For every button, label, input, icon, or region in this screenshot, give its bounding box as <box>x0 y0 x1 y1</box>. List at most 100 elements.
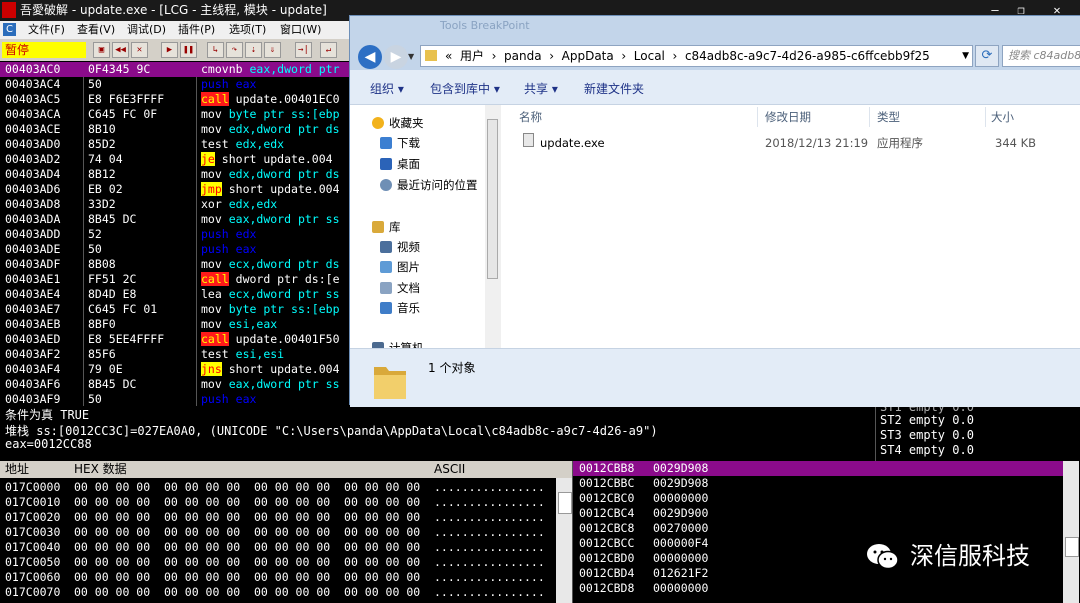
share-button[interactable]: 共享 ▾ <box>524 80 558 97</box>
disasm-row[interactable]: 00403ADD 52 push edx <box>0 227 350 242</box>
nav-item-download[interactable]: 下载 <box>350 133 485 153</box>
address-path[interactable]: « 用户 › panda › AppData › Local › c84adb8… <box>445 46 930 66</box>
back-button[interactable]: ◀ <box>358 45 382 69</box>
disasm-row[interactable]: 00403AC5 E8 F6E3FFFF call update.00401EC0 <box>0 92 350 107</box>
disasm-row[interactable]: 00403AF9 50 push eax <box>0 392 350 406</box>
stack-address: 0012CBC0 <box>579 491 635 505</box>
trace-into-icon[interactable]: ⇣ <box>245 42 262 58</box>
dump-hex: 00 00 00 00 00 00 00 00 00 00 00 00 00 0… <box>74 540 421 554</box>
dump-hex: 00 00 00 00 00 00 00 00 00 00 00 00 00 0… <box>74 495 421 509</box>
stack-row[interactable]: 0012CBC8 00270000 <box>573 521 1080 536</box>
memory-dump-pane[interactable]: 地址 HEX 数据 ASCII 017C0000 00 00 00 00 00 0… <box>0 461 572 603</box>
disasm-operand: eax,dword ptr <box>249 62 340 76</box>
disasm-row[interactable]: 00403ADA 8B45 DC mov eax,dword ptr ss <box>0 212 350 227</box>
menu-debug[interactable]: 调试(D) <box>127 21 166 39</box>
disasm-row[interactable]: 00403ACE 8B10 mov edx,dword ptr ds <box>0 122 350 137</box>
disasm-row[interactable]: 00403AC0 0F4345 9C cmovnb eax,dword ptr <box>0 62 350 77</box>
new-folder-button[interactable]: 新建文件夹 <box>584 80 644 97</box>
nav-item-document[interactable]: 文档 <box>350 278 485 298</box>
forward-button[interactable]: ▶ <box>384 45 408 69</box>
menu-options[interactable]: 选项(T) <box>229 21 266 39</box>
navigation-scrollbar[interactable] <box>485 105 500 348</box>
rewind-icon[interactable]: ◀◀ <box>112 42 129 58</box>
disasm-hex: FF51 2C <box>88 272 137 286</box>
disasm-row[interactable]: 00403AD6 EB 02 jmp short update.004 <box>0 182 350 197</box>
menu-window[interactable]: 窗口(W) <box>280 21 321 39</box>
disasm-row[interactable]: 00403AE1 FF51 2C call dword ptr ds:[e <box>0 272 350 287</box>
refresh-button[interactable]: ⟳ <box>975 45 999 67</box>
pause-icon[interactable]: ❚❚ <box>180 42 197 58</box>
disasm-operand: short update.004 <box>228 182 340 196</box>
dump-col-hex[interactable]: HEX 数据 <box>74 461 127 478</box>
stack-row[interactable]: 0012CBC4 0029D900 <box>573 506 1080 521</box>
search-input[interactable]: 搜索 c84adb8c-a9c7-... <box>1002 45 1080 67</box>
disasm-row[interactable]: 00403ACA C645 FC 0F mov byte ptr ss:[ebp <box>0 107 350 122</box>
disasm-row[interactable]: 00403AD2 74 04 je short update.004 <box>0 152 350 167</box>
file-list: 名称 修改日期 类型 大小 update.exe 2018/12/13 21:1… <box>501 105 1080 348</box>
organize-button[interactable]: 组织 ▾ <box>370 80 404 97</box>
music-icon <box>380 302 392 314</box>
dump-scrollbar[interactable] <box>556 478 572 603</box>
file-row[interactable]: update.exe 2018/12/13 21:19 应用程序 344 KB <box>517 133 1077 153</box>
run-icon[interactable]: ▶ <box>161 42 178 58</box>
disasm-row[interactable]: 00403AF2 85F6 test esi,esi <box>0 347 350 362</box>
menu-file[interactable]: 文件(F) <box>28 21 65 39</box>
dump-ascii: ................ <box>434 570 545 584</box>
goto-icon[interactable]: ↵ <box>320 42 337 58</box>
trace-over-icon[interactable]: ⇓ <box>264 42 281 58</box>
open-icon[interactable]: ▣ <box>93 42 110 58</box>
disasm-row[interactable]: 00403AC4 50 push eax <box>0 77 350 92</box>
close-icon[interactable]: ✕ <box>131 42 148 58</box>
disasm-row[interactable]: 00403ADE 50 push eax <box>0 242 350 257</box>
disassembly-pane[interactable]: 00403AC0 0F4345 9C cmovnb eax,dword ptr 004… <box>0 62 350 406</box>
disasm-hex: 8B08 <box>88 257 116 271</box>
nav-item-library[interactable]: 库 <box>350 217 485 237</box>
menu-view[interactable]: 查看(V) <box>77 21 115 39</box>
nav-item-star[interactable]: 收藏夹 <box>350 113 485 133</box>
dump-col-ascii[interactable]: ASCII <box>434 461 465 478</box>
disasm-row[interactable]: 00403AF4 79 0E jns short update.004 <box>0 362 350 377</box>
stack-row[interactable]: 0012CBC0 00000000 <box>573 491 1080 506</box>
step-over-icon[interactable]: ↷ <box>226 42 243 58</box>
disasm-mnemonic: jmp <box>201 182 222 196</box>
disasm-row[interactable]: 00403AE4 8D4D E8 lea ecx,dword ptr ss <box>0 287 350 302</box>
disasm-row[interactable]: 00403AF6 8B45 DC mov eax,dword ptr ss <box>0 377 350 392</box>
menu-plugins[interactable]: 插件(P) <box>178 21 215 39</box>
nav-item-recent[interactable]: 最近访问的位置 <box>350 175 485 195</box>
stack-scrollbar[interactable] <box>1063 461 1079 603</box>
disasm-row[interactable]: 00403AED E8 5EE4FFFF call update.00401F50 <box>0 332 350 347</box>
address-bar[interactable]: « 用户 › panda › AppData › Local › c84adb8… <box>420 45 973 67</box>
disasm-row[interactable]: 00403AD8 33D2 xor edx,edx <box>0 197 350 212</box>
stack-pane[interactable]: 0012CBB8 0029D908 0012CBBC 0029D908 0012CBC0… <box>572 461 1080 603</box>
include-in-library-button[interactable]: 包含到库中 ▾ <box>430 80 500 97</box>
stack-row[interactable]: 0012CBB8 0029D908 <box>573 461 1063 476</box>
stack-address: 0012CBC8 <box>579 521 635 535</box>
disasm-row[interactable]: 00403AE7 C645 FC 01 mov byte ptr ss:[ebp <box>0 302 350 317</box>
column-type[interactable]: 类型 <box>877 105 900 129</box>
stack-row[interactable]: 0012CBBC 0029D908 <box>573 476 1080 491</box>
chevron-down-icon[interactable]: ▼ <box>962 46 969 66</box>
nav-item-video[interactable]: 视频 <box>350 237 485 257</box>
disasm-row[interactable]: 00403ADF 8B08 mov ecx,dword ptr ds <box>0 257 350 272</box>
dump-col-address[interactable]: 地址 <box>5 461 29 478</box>
disasm-mnemonic: cmovnb <box>201 62 243 76</box>
recent-pages-dropdown-icon[interactable]: ▼ <box>408 52 414 61</box>
column-date[interactable]: 修改日期 <box>765 105 811 129</box>
fpu-line: ST3 empty 0.0 <box>880 428 974 442</box>
column-size[interactable]: 大小 <box>991 105 1014 129</box>
step-into-icon[interactable]: ↳ <box>207 42 224 58</box>
nav-item-picture[interactable]: 图片 <box>350 257 485 277</box>
stack-row[interactable]: 0012CBD8 00000000 <box>573 581 1080 596</box>
disasm-row[interactable]: 00403AD4 8B12 mov edx,dword ptr ds <box>0 167 350 182</box>
disasm-operand: short update.004 <box>228 362 340 376</box>
disasm-row[interactable]: 00403AEB 8BF0 mov esi,eax <box>0 317 350 332</box>
execute-till-return-icon[interactable]: →| <box>295 42 312 58</box>
dump-address: 017C0050 <box>5 555 61 569</box>
nav-item-desktop[interactable]: 桌面 <box>350 154 485 174</box>
disasm-mnemonic: xor <box>201 197 222 211</box>
disasm-address: 00403AD6 <box>5 182 61 196</box>
column-name[interactable]: 名称 <box>519 105 542 129</box>
disasm-row[interactable]: 00403AD0 85D2 test edx,edx <box>0 137 350 152</box>
nav-item-music[interactable]: 音乐 <box>350 298 485 318</box>
disasm-address: 00403AD8 <box>5 197 61 211</box>
